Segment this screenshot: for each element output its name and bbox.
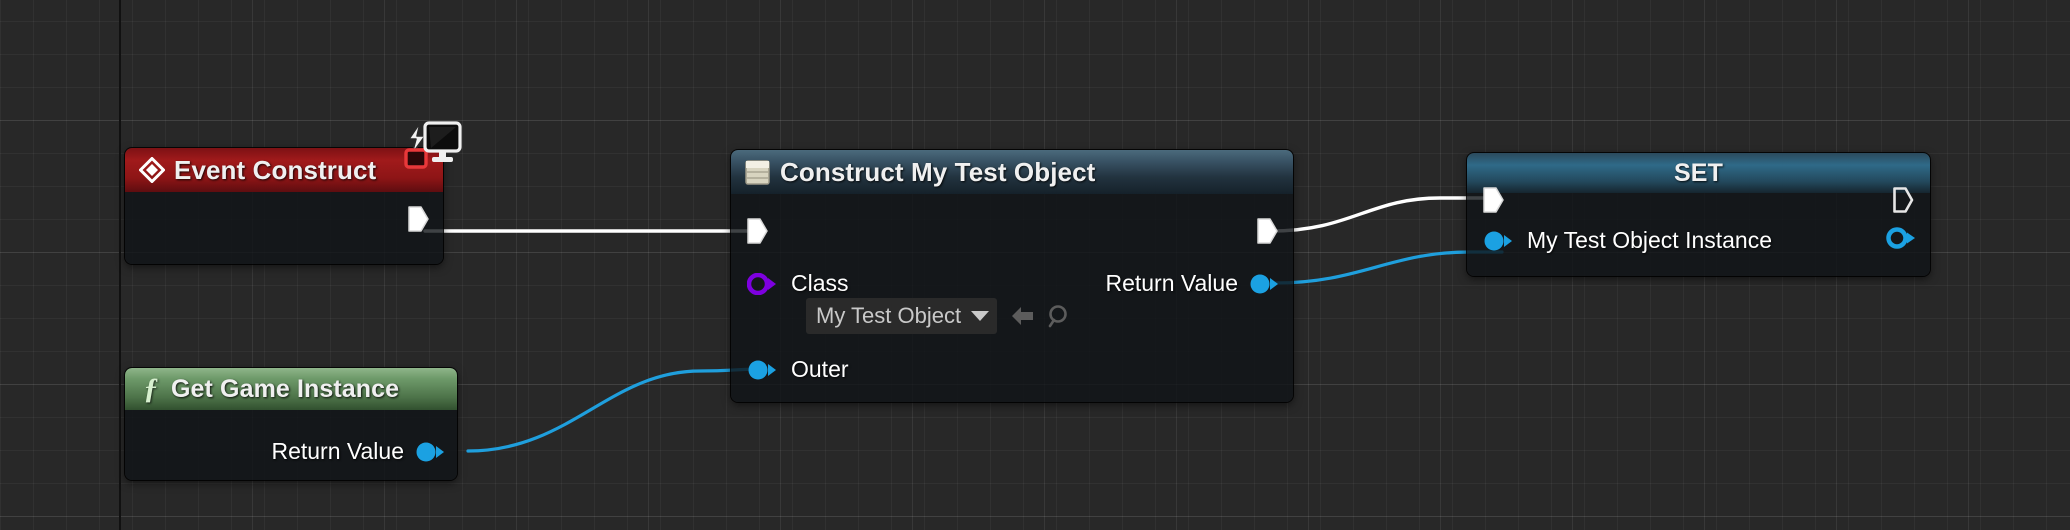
chevron-down-icon: [971, 311, 990, 321]
output-pin-my-test-object-instance[interactable]: [1886, 227, 1916, 249]
pin-label-outer: Outer: [791, 356, 849, 382]
wire-exec-construct-to-set: [1270, 196, 1500, 233]
node-get-game-instance[interactable]: ƒ Get Game Instance Return Value: [125, 368, 457, 480]
target-monitor-icon: [400, 117, 464, 173]
pin-label-return-value: Return Value: [271, 438, 404, 464]
node-title-bar[interactable]: ƒ Get Game Instance: [125, 368, 457, 410]
graph-origin-axis: [119, 0, 121, 530]
input-pin-class[interactable]: Class: [746, 270, 849, 297]
class-selector-row[interactable]: My Test Object: [806, 298, 1072, 334]
exec-output-pin[interactable]: [405, 204, 431, 234]
object-pin-icon: [1249, 273, 1279, 295]
output-pin-return-value[interactable]: Return Value: [1105, 270, 1279, 297]
exec-output-arrow-icon: [405, 204, 431, 234]
node-title-bar[interactable]: SET: [1467, 153, 1930, 193]
node-title-label: SET: [1674, 158, 1723, 187]
exec-input-arrow-icon: [744, 216, 770, 246]
input-pin-outer[interactable]: Outer: [747, 356, 849, 383]
construct-object-icon: [745, 159, 770, 185]
exec-output-pin[interactable]: [1254, 216, 1280, 246]
node-event-construct[interactable]: Event Construct: [125, 148, 443, 264]
exec-input-arrow-icon: [1480, 185, 1506, 215]
pin-label-return-value: Return Value: [1105, 270, 1238, 296]
exec-output-pin[interactable]: [1890, 185, 1916, 215]
node-title-label: Event Construct: [174, 154, 377, 185]
object-pin-icon: [747, 359, 777, 381]
exec-input-pin[interactable]: [1480, 185, 1506, 215]
pin-label-class: Class: [791, 270, 849, 296]
node-title-label: Get Game Instance: [171, 374, 400, 403]
magnifier-icon[interactable]: [1047, 304, 1072, 329]
exec-output-arrow-icon: [1254, 216, 1280, 246]
class-dropdown[interactable]: My Test Object: [806, 298, 998, 334]
object-pin-icon: [1483, 230, 1513, 252]
exec-output-arrow-icon: [1890, 185, 1916, 215]
node-construct-my-test-object[interactable]: Construct My Test Object Class My Test O…: [731, 150, 1293, 402]
function-f-icon: ƒ: [143, 372, 159, 405]
exec-input-pin[interactable]: [744, 216, 770, 246]
class-pin-icon: [746, 272, 777, 295]
event-diamond-icon: [139, 157, 165, 183]
object-pin-icon: [415, 441, 445, 463]
node-title-bar[interactable]: Construct My Test Object: [731, 150, 1293, 194]
node-title-label: Construct My Test Object: [780, 156, 1096, 187]
class-dropdown-value: My Test Object: [816, 303, 962, 328]
node-set[interactable]: SET My Test Object Instance: [1467, 153, 1930, 276]
object-pin-icon: [1886, 227, 1916, 249]
blueprint-graph-canvas[interactable]: Event Construct ƒ Get Game Instance Retu…: [0, 0, 2070, 530]
wire-data-gameinstance-to-outer: [466, 367, 764, 453]
input-pin-my-test-object-instance[interactable]: My Test Object Instance: [1483, 227, 1772, 254]
pin-label-my-test-object-instance: My Test Object Instance: [1527, 227, 1773, 253]
node-title-bar[interactable]: Event Construct: [125, 148, 443, 192]
arrow-left-icon[interactable]: [1010, 304, 1036, 328]
output-pin-return-value[interactable]: Return Value: [271, 438, 445, 465]
